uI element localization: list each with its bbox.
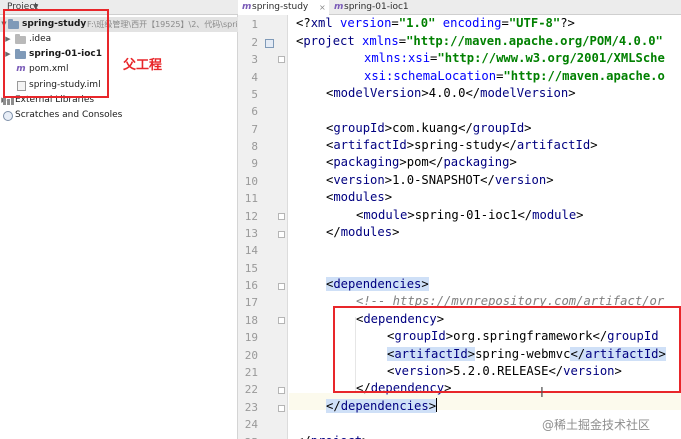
line-number: 6 [251,105,258,118]
code-line-4[interactable]: xsi:schemaLocation="http://maven.apache.… [364,68,665,85]
tab-label: spring-study [252,2,309,12]
maven-file-icon: m [242,2,252,12]
code-line-10[interactable]: <version>1.0-SNAPSHOT</version> [326,172,554,189]
line-number: 9 [251,157,258,170]
line-number: 17 [244,296,258,309]
code-line-9[interactable]: <packaging>pom</packaging> [326,154,517,171]
line-number: 25 [238,434,258,439]
line-number: 3 [251,53,258,66]
code-line-2[interactable]: <project xmlns="http://maven.apache.org/… [296,33,663,50]
line-number: 10 [244,175,258,188]
fold-icon[interactable] [278,56,285,63]
line-number: 5 [251,88,258,101]
line-number: 15 [244,262,258,275]
code-line-25[interactable]: </project> [296,433,369,439]
line-number: 20 [244,349,258,362]
annotation-label: 父工程 [123,58,163,73]
line-number: 18 [244,314,258,327]
code-line-11[interactable]: <modules> [326,189,392,206]
code-line-23[interactable]: </dependencies> [326,398,438,415]
code-line-5[interactable]: <modelVersion>4.0.0</modelVersion> [326,85,576,102]
line-number: 7 [251,123,258,136]
line-number: 24 [244,418,258,431]
line-number: 13 [244,227,258,240]
tree-item-label: Scratches and Consoles [15,110,123,120]
code-line-16[interactable]: <dependencies> [326,276,429,293]
line-number: 12 [244,210,258,223]
tab-label: spring-01-ioc1 [344,2,409,12]
maven-gutter-icon[interactable] [265,39,274,48]
line-number: 1 [251,18,258,31]
text-cursor-icon: I [540,386,544,401]
close-icon[interactable]: × [319,0,326,15]
fold-icon[interactable] [278,213,285,220]
code-line-8[interactable]: <artifactId>spring-study</artifactId> [326,137,598,154]
watermark: @稀土掘金技术社区 [542,418,651,432]
fold-icon[interactable] [278,231,285,238]
code-line-12[interactable]: <module>spring-01-ioc1</module> [356,207,584,224]
line-number: 14 [244,244,258,257]
maven-file-icon: m [334,2,344,12]
line-number: 19 [244,331,258,344]
editor-tab-bar: m spring-study × m spring-01-ioc1 [238,0,681,15]
line-number: 23 [244,401,258,414]
fold-icon[interactable] [278,283,285,290]
annotation-box-parent [3,9,109,98]
line-number: 21 [244,366,258,379]
line-number: 11 [244,192,258,205]
fold-icon[interactable] [278,405,285,412]
project-path: F:\班级管理\西开【19525】\2、代码\sprin [87,20,238,29]
scratches-icon [3,111,13,121]
line-number: 2 [251,36,258,49]
tab-spring-01-ioc1[interactable]: m spring-01-ioc1 [330,0,420,15]
annotation-box-dependency [333,306,681,393]
line-number: 4 [251,71,258,84]
editor-gutter: 1 2 3 4 5 6 7 8 9 10 11 12 13 14 15 16 1… [238,15,288,439]
code-line-13[interactable]: </modules> [326,224,399,241]
code-line-7[interactable]: <groupId>com.kuang</groupId> [326,120,532,137]
line-number: 8 [251,140,258,153]
code-line-1[interactable]: <?xml version="1.0" encoding="UTF-8"?> [296,15,575,32]
text-caret [436,398,438,412]
tree-item-scratches[interactable]: Scratches and Consoles [0,108,238,123]
fold-icon[interactable] [278,317,285,324]
line-number: 22 [244,383,258,396]
code-line-3[interactable]: xmlns:xsi="http://www.w3.org/2001/XMLSch… [364,50,665,67]
fold-icon[interactable] [278,387,285,394]
line-number: 16 [244,279,258,292]
tab-spring-study[interactable]: m spring-study × [238,0,329,15]
